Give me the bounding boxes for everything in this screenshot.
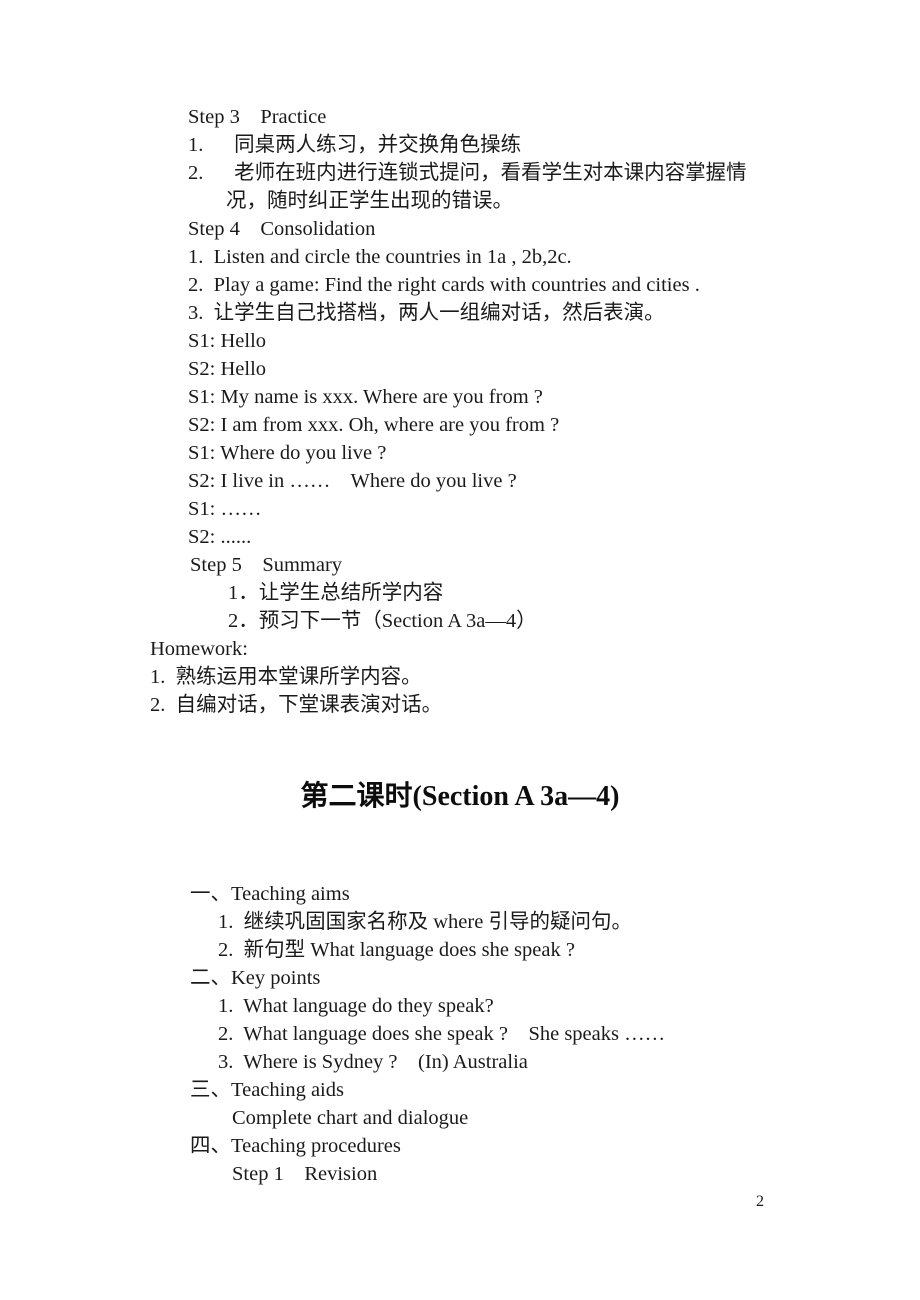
step-4-item-3: 3. 让学生自己找搭档，两人一组编对话，然后表演。 [188, 302, 665, 324]
dialogue-line-5: S1: Where do you live ? [188, 442, 387, 464]
dialogue-line-2: S2: Hello [188, 358, 267, 380]
step-5-item-1: 1．让学生总结所学内容 [228, 582, 444, 604]
step-3-item-1: 1. 同桌两人练习，并交换角色操练 [188, 134, 522, 156]
teaching-aims-item-2: 2. 新句型 What language does she speak ? [218, 939, 575, 961]
homework-item-1: 1. 熟练运用本堂课所学内容。 [150, 666, 422, 688]
homework-heading: Homework: [150, 638, 248, 660]
step-4-item-1: 1. Listen and circle the countries in 1a… [188, 246, 572, 268]
key-points-item-3: 3. Where is Sydney ? (In) Australia [218, 1051, 528, 1073]
teaching-aids-heading: 三、Teaching aids [190, 1079, 344, 1101]
dialogue-line-8: S2: ...... [188, 526, 252, 548]
page-title: 第二课时(Section A 3a—4) [300, 781, 620, 812]
step-3-item-2-continued: 况，随时纠正学生出现的错误。 [226, 190, 513, 212]
homework-item-2: 2. 自编对话，下堂课表演对话。 [150, 694, 443, 716]
teaching-procedures-heading: 四、Teaching procedures [190, 1135, 401, 1157]
teaching-aims-heading: 一、Teaching aims [190, 883, 350, 905]
step-3-heading: Step 3 Practice [188, 106, 327, 128]
step-5-heading: Step 5 Summary [190, 554, 343, 576]
step-1-heading: Step 1 Revision [232, 1163, 378, 1185]
dialogue-line-6: S2: I live in …… Where do you live ? [188, 470, 517, 492]
step-3-item-2: 2. 老师在班内进行连锁式提问，看看学生对本课内容掌握情 [188, 162, 747, 184]
dialogue-line-3: S1: My name is xxx. Where are you from ? [188, 386, 543, 408]
page-number: 2 [756, 1193, 764, 1210]
dialogue-line-4: S2: I am from xxx. Oh, where are you fro… [188, 414, 560, 436]
teaching-aids-content: Complete chart and dialogue [232, 1107, 469, 1129]
step-4-heading: Step 4 Consolidation [188, 218, 376, 240]
dialogue-line-7: S1: …… [188, 498, 262, 520]
document-page: Step 3 Practice 1. 同桌两人练习，并交换角色操练 2. 老师在… [0, 0, 920, 1300]
lesson-plan-part-one: Step 3 Practice 1. 同桌两人练习，并交换角色操练 2. 老师在… [0, 103, 920, 719]
dialogue-line-1: S1: Hello [188, 330, 267, 352]
key-points-item-1: 1. What language do they speak? [218, 995, 494, 1017]
key-points-item-2: 2. What language does she speak ? She sp… [218, 1023, 666, 1045]
key-points-heading: 二、Key points [190, 967, 321, 989]
step-5-item-2: 2．预习下一节（Section A 3a—4） [228, 610, 537, 632]
step-4-item-2: 2. Play a game: Find the right cards wit… [188, 274, 700, 296]
lesson-plan-part-two: 一、Teaching aims 1. 继续巩固国家名称及 where 引导的疑问… [0, 880, 920, 1188]
teaching-aims-item-1: 1. 继续巩固国家名称及 where 引导的疑问句。 [218, 911, 632, 933]
